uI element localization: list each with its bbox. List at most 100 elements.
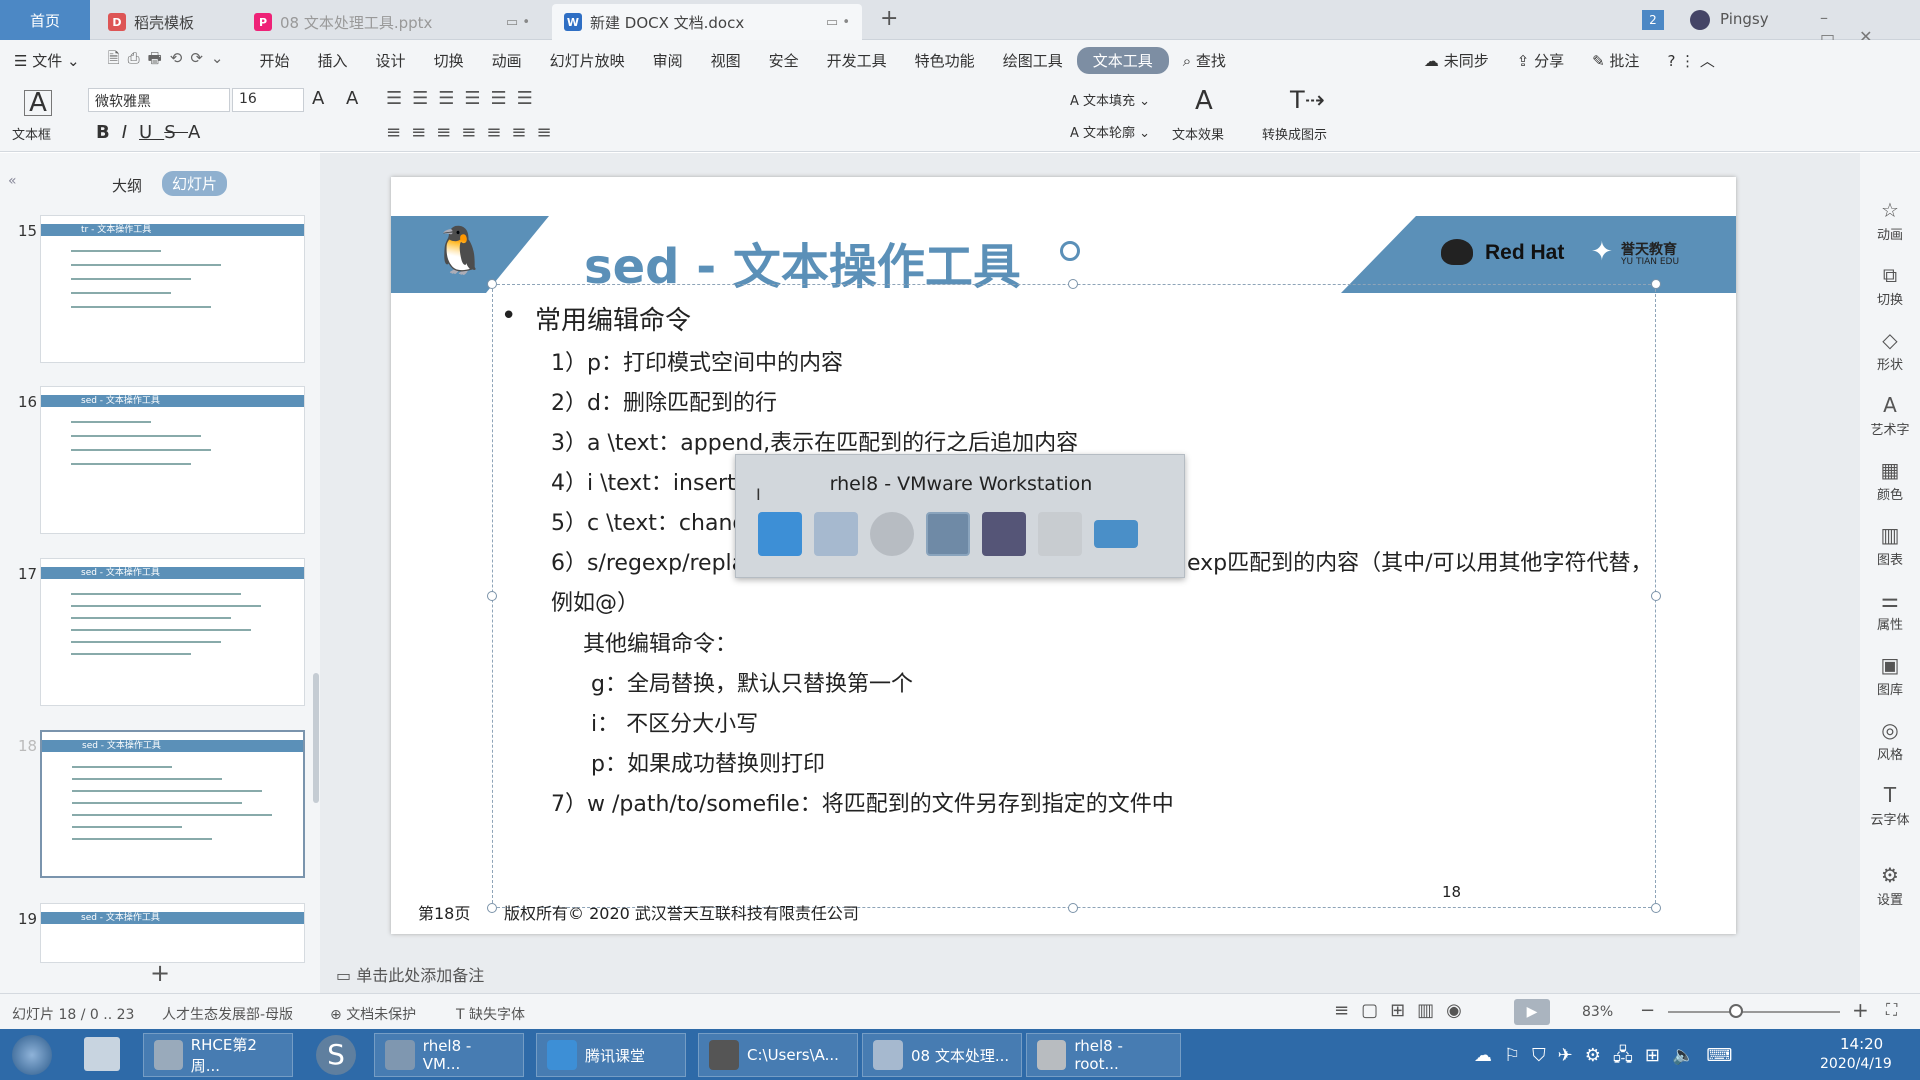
convert-button[interactable]: 转换成图示 <box>1262 124 1327 143</box>
right-transition[interactable]: ⧉ 切换 <box>1860 263 1920 308</box>
menu-design[interactable]: 设计 <box>362 50 420 71</box>
fit-icon[interactable]: ⛶ <box>1886 1000 1897 1020</box>
s-app-icon[interactable]: S <box>316 1035 356 1075</box>
text-fill-button[interactable]: A 文本填充 ⌄ <box>1070 90 1150 109</box>
tab-home[interactable]: 首页 <box>0 0 90 40</box>
help-icon[interactable]: ? ⋮ ︿ <box>1653 50 1729 71</box>
right-settings[interactable]: ⚙ 设置 <box>1860 863 1920 908</box>
tab-daoke[interactable]: D 稻壳模板 <box>96 4 236 40</box>
tab-pptx[interactable]: P 08 文本处理工具.pptx ▭ • <box>242 4 542 40</box>
text-outline-button[interactable]: A 文本轮廓 ⌄ <box>1070 122 1150 141</box>
content-line[interactable]: 2）d：删除匹配到的行 <box>551 385 777 417</box>
content-line[interactable]: 3）a \text：append,表示在匹配到的行之后追加内容 <box>551 425 1078 457</box>
rotate-handle-icon[interactable] <box>1060 241 1080 261</box>
menu-security[interactable]: 安全 <box>755 50 813 71</box>
resize-handle[interactable] <box>487 279 497 289</box>
right-cloud-font[interactable]: T 云字体 <box>1860 783 1920 828</box>
right-animation[interactable]: ☆ 动画 <box>1860 198 1920 243</box>
right-wordart[interactable]: A 艺术字 <box>1860 393 1920 438</box>
close-icon[interactable]: ▭ • <box>826 15 850 30</box>
new-tab-icon[interactable]: + <box>880 6 898 31</box>
tray-icons[interactable]: ☁⚐⛉✈⚙🖧⊞🔈⌨ <box>1474 1043 1744 1073</box>
zoom-slider-thumb[interactable] <box>1729 1004 1743 1018</box>
font-select[interactable]: 微软雅黑 <box>88 88 230 112</box>
file-menu[interactable]: ☰ 文件 ⌄ <box>0 50 94 71</box>
add-slide-icon[interactable]: + <box>150 959 170 987</box>
slide-thumbnail[interactable]: tr - 文本操作工具 <box>40 215 305 363</box>
tab-outline[interactable]: 大纲 <box>112 175 142 196</box>
right-chart[interactable]: ▥ 图表 <box>1860 523 1920 568</box>
collapse-icon[interactable]: « <box>8 173 17 189</box>
user-name[interactable]: Pingsy <box>1720 10 1769 28</box>
start-button[interactable] <box>12 1035 52 1075</box>
template-name[interactable]: 人才生态发展部-母版 <box>162 1004 293 1024</box>
quick-access-icons[interactable]: 🗎⎙🖶⟲⟳⌄ <box>94 48 246 73</box>
tab-slides[interactable]: 幻灯片 <box>162 171 228 196</box>
desktop-icon[interactable] <box>1094 520 1138 548</box>
text-effect-button[interactable]: 文本效果 <box>1172 124 1224 143</box>
content-line[interactable]: p：如果成功替换则打印 <box>591 746 825 778</box>
comment-button[interactable]: ✎ 批注 <box>1578 50 1653 71</box>
resize-handle[interactable] <box>1651 591 1661 601</box>
menu-view[interactable]: 视图 <box>697 50 755 71</box>
right-shape[interactable]: ◇ 形状 <box>1860 328 1920 373</box>
menu-drawing[interactable]: 绘图工具 <box>989 50 1077 71</box>
app-icon[interactable] <box>870 512 914 556</box>
resize-handle[interactable] <box>1068 903 1078 913</box>
right-properties[interactable]: ⚌ 属性 <box>1860 588 1920 633</box>
zoom-in-icon[interactable]: + <box>1852 998 1869 1022</box>
content-line[interactable]: 4）i \text：insert, <box>551 465 743 497</box>
sync-button[interactable]: ☁ 未同步 <box>1410 50 1503 71</box>
menu-text-tools[interactable]: 文本工具 <box>1076 46 1169 74</box>
tencent-class-icon[interactable] <box>758 512 802 556</box>
font-grow-shrink-icon[interactable]: A A <box>312 88 366 109</box>
file-icon[interactable] <box>1038 512 1082 556</box>
menu-start[interactable]: 开始 <box>246 50 304 71</box>
menu-review[interactable]: 审阅 <box>639 50 697 71</box>
slide-thumbnail[interactable]: sed - 文本操作工具 <box>40 558 305 706</box>
right-style[interactable]: ◎ 风格 <box>1860 718 1920 763</box>
view-buttons[interactable]: ≡▢⊞▥◉ <box>1334 1000 1474 1021</box>
menu-special[interactable]: 特色功能 <box>901 50 989 71</box>
resize-handle[interactable] <box>1651 279 1661 289</box>
content-heading[interactable]: 常用编辑命令 <box>535 300 691 337</box>
taskbar-item[interactable]: 腾讯课堂 <box>536 1033 686 1077</box>
slide-thumbnail[interactable]: sed - 文本操作工具 <box>40 903 305 963</box>
menu-slideshow[interactable]: 幻灯片放映 <box>536 50 639 71</box>
align-icons[interactable]: ≡≡≡≡≡≡≡ <box>386 122 562 143</box>
taskbar-app-icon[interactable] <box>84 1037 120 1071</box>
content-line[interactable]: g：全局替换，默认只替换第一个 <box>591 666 913 698</box>
textbox-icon[interactable]: A <box>24 90 52 116</box>
terminal-icon[interactable] <box>982 512 1026 556</box>
resize-handle[interactable] <box>1651 903 1661 913</box>
resize-handle[interactable] <box>1068 279 1078 289</box>
zoom-level[interactable]: 83% <box>1582 1004 1613 1020</box>
content-line[interactable]: 例如@） <box>551 585 639 617</box>
notes-placeholder[interactable]: ▭ 单击此处添加备注 <box>336 962 484 986</box>
content-line[interactable]: 其他编辑命令： <box>583 626 737 658</box>
wps-icon[interactable] <box>814 512 858 556</box>
content-line[interactable]: i： 不区分大小写 <box>591 706 758 738</box>
content-line[interactable]: 7）w /path/to/somefile：将匹配到的文件另存到指定的文件中 <box>551 786 1174 818</box>
taskbar-item[interactable]: C:\Users\A... <box>698 1033 858 1077</box>
taskbar-item[interactable]: RHCE第2周... <box>143 1033 293 1077</box>
vmware-icon[interactable] <box>926 512 970 556</box>
avatar[interactable] <box>1690 10 1710 30</box>
missing-font[interactable]: T 缺失字体 <box>456 1004 525 1024</box>
menu-transition[interactable]: 切换 <box>420 50 478 71</box>
resize-handle[interactable] <box>487 903 497 913</box>
taskbar-item[interactable]: rhel8 - root... <box>1026 1033 1181 1077</box>
content-line[interactable]: 6）s/regexp/repla <box>551 545 745 577</box>
taskbar-item[interactable]: 08 文本处理... <box>862 1033 1022 1077</box>
resize-handle[interactable] <box>487 591 497 601</box>
taskbar-preview-popup[interactable]: rhel8 - VMware Workstation I <box>735 454 1185 578</box>
slide-thumbnail-selected[interactable]: sed - 文本操作工具 <box>40 730 305 878</box>
paragraph-icons[interactable]: ☰☰☰☰☰☰ <box>386 88 543 109</box>
content-line[interactable]: 5）c \text：chang <box>551 505 746 537</box>
clock-time[interactable]: 14:20 <box>1840 1035 1883 1053</box>
right-color[interactable]: ▦ 颜色 <box>1860 458 1920 503</box>
content-line-continued[interactable]: exp匹配到的内容（其中/可以用其他字符代替， <box>1187 545 1653 577</box>
format-icons[interactable]: BIUSA <box>96 122 212 143</box>
menu-developer[interactable]: 开发工具 <box>813 50 901 71</box>
clock-date[interactable]: 2020/4/19 <box>1820 1056 1892 1072</box>
